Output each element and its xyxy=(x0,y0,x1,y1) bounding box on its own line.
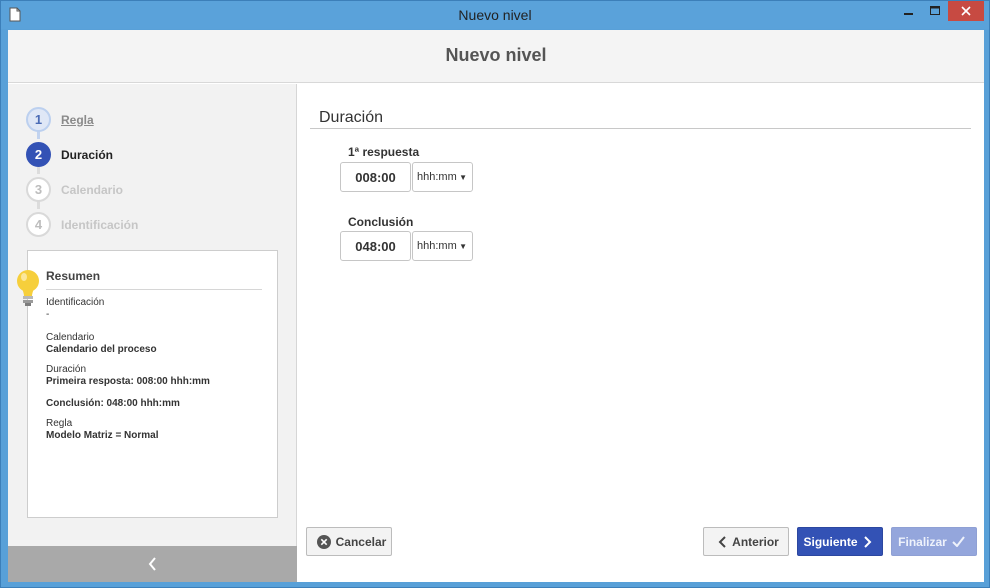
first-response-unit-select[interactable]: hhh:mm ▼ xyxy=(412,162,473,192)
wizard-steps: 1 Regla 2 Duración 3 Calendario 4 Identi… xyxy=(26,102,138,242)
section-divider xyxy=(310,128,971,129)
cancel-button[interactable]: Cancelar xyxy=(306,527,392,556)
close-button[interactable] xyxy=(948,1,984,21)
caret-down-icon: ▼ xyxy=(459,242,467,251)
main-panel: Duración 1ª respuesta 008:00 hhh:mm ▼ Co… xyxy=(298,84,984,582)
maximize-button[interactable] xyxy=(922,1,948,21)
cancel-circle-icon xyxy=(316,534,331,549)
select-value: hhh:mm xyxy=(417,171,457,183)
section-title: Duración xyxy=(319,109,384,126)
cancel-label: Cancelar xyxy=(335,534,387,549)
collapse-sidebar-button[interactable] xyxy=(8,546,297,582)
select-value: hhh:mm xyxy=(417,240,457,252)
minimize-icon xyxy=(904,13,913,15)
summary-label: Duración xyxy=(46,364,87,375)
next-button[interactable]: Siguiente xyxy=(797,527,883,556)
next-label: Siguiente xyxy=(803,534,858,549)
summary-label: Identificación xyxy=(46,297,105,308)
dialog-body: Nuevo nivel 1 Regla 2 Duración 3 Calenda… xyxy=(8,30,984,582)
step-number: 1 xyxy=(26,107,51,132)
chevron-left-icon xyxy=(718,535,726,548)
finish-label: Finalizar xyxy=(898,534,947,549)
chevron-right-icon xyxy=(863,535,871,548)
summary-value: Calendario del proceso xyxy=(46,344,157,355)
step-duracion: 2 Duración xyxy=(26,137,138,172)
summary-panel: Resumen Identificación - Calendario Cale… xyxy=(17,250,278,518)
summary-value: - xyxy=(46,309,50,320)
minimize-button[interactable] xyxy=(896,1,922,21)
summary-title: Resumen xyxy=(46,269,262,290)
summary-value: Primeira resposta: 008:00 hhh:mm xyxy=(46,376,210,387)
summary-value: Conclusión: 048:00 hhh:mm xyxy=(46,398,180,409)
summary-label: Regla xyxy=(46,418,73,429)
summary-identificacion: Identificación - xyxy=(46,297,104,321)
checkmark-icon xyxy=(952,536,965,547)
step-regla[interactable]: 1 Regla xyxy=(26,102,138,137)
step-number: 4 xyxy=(26,212,51,237)
conclusion-unit-select[interactable]: hhh:mm ▼ xyxy=(412,231,473,261)
title-bar[interactable]: Nuevo nivel xyxy=(1,1,989,29)
wizard-sidebar: 1 Regla 2 Duración 3 Calendario 4 Identi… xyxy=(8,84,297,582)
page-title: Nuevo nivel xyxy=(445,45,547,65)
window-title: Nuevo nivel xyxy=(458,7,532,23)
step-label[interactable]: Regla xyxy=(61,113,94,127)
app-window: Nuevo nivel Nuevo nivel 1 Regla 2 Duraci… xyxy=(0,0,990,588)
step-number: 2 xyxy=(26,142,51,167)
dialog-header: Nuevo nivel xyxy=(8,30,984,83)
maximize-icon xyxy=(930,6,940,15)
finish-button[interactable]: Finalizar xyxy=(891,527,977,556)
step-calendario: 3 Calendario xyxy=(26,172,138,207)
summary-calendario: Calendario Calendario del proceso xyxy=(46,332,157,356)
first-response-input[interactable]: 008:00 xyxy=(340,162,411,192)
previous-button[interactable]: Anterior xyxy=(703,527,789,556)
conclusion-label: Conclusión xyxy=(348,215,414,229)
step-label: Duración xyxy=(61,147,114,162)
first-response-label: 1ª respuesta xyxy=(348,145,420,159)
summary-duracion: Duración Primeira resposta: 008:00 hhh:m… xyxy=(46,364,210,410)
summary-label: Calendario xyxy=(46,332,95,343)
previous-label: Anterior xyxy=(732,534,779,549)
step-label: Calendario xyxy=(61,182,124,197)
summary-value: Modelo Matriz = Normal xyxy=(46,430,159,441)
close-icon xyxy=(961,6,971,16)
step-identificacion: 4 Identificación xyxy=(26,207,138,242)
chevron-left-icon xyxy=(148,557,156,571)
caret-down-icon: ▼ xyxy=(459,173,467,182)
summary-regla: Regla Modelo Matriz = Normal xyxy=(46,418,159,442)
step-number: 3 xyxy=(26,177,51,202)
step-label: Identificación xyxy=(61,217,139,232)
conclusion-input[interactable]: 048:00 xyxy=(340,231,411,261)
lightbulb-icon xyxy=(17,270,39,306)
